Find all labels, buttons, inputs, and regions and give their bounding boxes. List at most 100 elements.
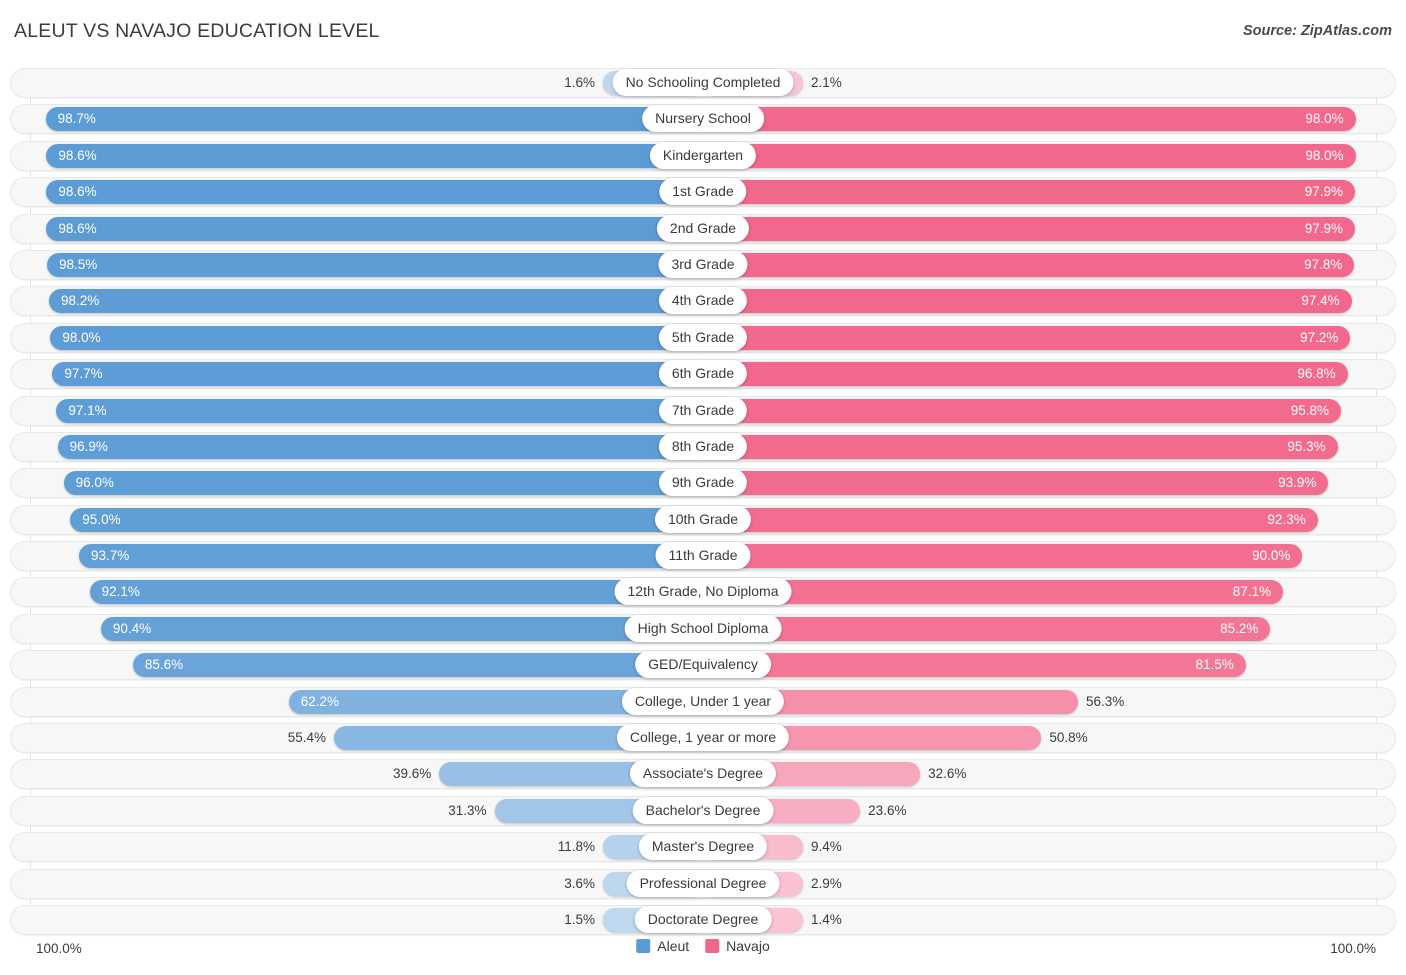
bar-value-navajo: 87.1% xyxy=(1232,584,1272,600)
bar-value-navajo: 97.4% xyxy=(1301,293,1340,309)
bar-value-aleut: 90.4% xyxy=(112,620,152,636)
bar-row: 90.4% 85.2% High School Diploma xyxy=(0,613,1406,644)
bar-row: 98.6% 98.0% Kindergarten xyxy=(0,140,1406,171)
bar-value-aleut: 96.0% xyxy=(75,475,114,491)
category-label: Kindergarten xyxy=(649,141,757,169)
category-label: 1st Grade xyxy=(659,178,747,206)
category-label: Bachelor's Degree xyxy=(632,796,774,824)
category-label: No Schooling Completed xyxy=(612,69,794,96)
bar-value-navajo: 98.0% xyxy=(1305,111,1344,127)
legend-item: Navajo xyxy=(705,939,770,953)
bar-aleut xyxy=(47,252,703,277)
category-label: 7th Grade xyxy=(658,396,748,424)
source-label: Source: ZipAtlas.com xyxy=(1242,23,1392,39)
bar-value-aleut: 11.8% xyxy=(557,839,595,855)
bar-aleut xyxy=(46,143,703,168)
category-label: 12th Grade, No Diploma xyxy=(614,578,792,606)
bar-value-navajo: 2.9% xyxy=(811,875,842,891)
bar-value-aleut: 1.5% xyxy=(564,911,595,927)
category-label: High School Diploma xyxy=(624,614,782,642)
bar-row: 95.0% 92.3% 10th Grade xyxy=(0,504,1406,535)
category-label: 8th Grade xyxy=(658,432,748,460)
chart-header: ALEUT VS NAVAJO EDUCATION LEVEL Source: … xyxy=(0,0,1406,68)
bar-value-aleut: 3.6% xyxy=(564,875,595,891)
bar-row: 98.2% 97.4% 4th Grade xyxy=(0,286,1406,317)
bar-navajo xyxy=(703,180,1355,205)
bar-navajo xyxy=(703,653,1246,678)
bar-value-aleut: 98.6% xyxy=(58,220,97,236)
bar-value-aleut: 98.7% xyxy=(57,111,96,127)
axis-max-label: 100.0% xyxy=(1330,941,1376,956)
category-label: GED/Equivalency xyxy=(635,651,771,679)
bar-navajo xyxy=(703,107,1356,132)
category-label: College, Under 1 year xyxy=(621,687,785,715)
bar-row: 96.0% 93.9% 9th Grade xyxy=(0,468,1406,499)
bar-row: 97.1% 95.8% 7th Grade xyxy=(0,395,1406,426)
bar-value-aleut: 98.6% xyxy=(58,147,97,163)
bar-row: 98.6% 97.9% 2nd Grade xyxy=(0,213,1406,244)
bar-value-aleut: 98.2% xyxy=(60,293,100,309)
bar-row: 92.1% 87.1% 12th Grade, No Diploma xyxy=(0,577,1406,608)
category-label: 5th Grade xyxy=(658,323,748,351)
category-label: Associate's Degree xyxy=(629,760,777,788)
bar-aleut xyxy=(132,653,703,678)
category-label: 11th Grade xyxy=(655,542,751,570)
legend-label: Aleut xyxy=(657,938,690,954)
bar-value-aleut: 96.9% xyxy=(69,438,108,454)
bar-rows: 1.6% 2.1% No Schooling Completed 98.7% 98.0%… xyxy=(0,68,1406,941)
bar-aleut xyxy=(57,434,703,459)
bar-value-aleut: 97.1% xyxy=(68,402,107,418)
bar-value-navajo: 50.8% xyxy=(1049,730,1088,746)
category-label: 3rd Grade xyxy=(658,250,748,278)
bar-aleut xyxy=(63,471,703,496)
bar-value-aleut: 98.0% xyxy=(62,329,101,345)
bar-navajo xyxy=(703,616,1271,641)
bar-aleut xyxy=(45,107,703,132)
bar-row: 98.6% 97.9% 1st Grade xyxy=(0,177,1406,208)
bar-aleut xyxy=(56,398,703,423)
bar-value-aleut: 98.6% xyxy=(58,184,97,200)
bar-aleut xyxy=(46,216,703,241)
bar-value-navajo: 98.0% xyxy=(1305,147,1344,163)
bar-aleut xyxy=(100,616,703,641)
bar-row: 85.6% 81.5% GED/Equivalency xyxy=(0,650,1406,681)
bar-navajo xyxy=(703,362,1348,387)
chart-legend: Aleut Navajo xyxy=(636,939,770,953)
category-label: Doctorate Degree xyxy=(634,905,772,933)
bar-value-navajo: 96.8% xyxy=(1297,366,1336,382)
bar-value-navajo: 97.2% xyxy=(1300,329,1339,345)
bar-value-aleut: 93.7% xyxy=(90,548,130,564)
bar-navajo xyxy=(703,289,1352,314)
bar-value-navajo: 92.3% xyxy=(1267,511,1306,527)
category-label: College, 1 year or more xyxy=(616,724,790,752)
bar-navajo xyxy=(703,216,1355,241)
bar-aleut xyxy=(46,180,703,205)
bar-row: 1.5% 1.4% Doctorate Degree xyxy=(0,904,1406,935)
bar-value-aleut: 31.3% xyxy=(448,802,487,818)
legend-swatch-icon xyxy=(636,939,651,953)
bar-value-aleut: 85.6% xyxy=(144,657,184,673)
bar-navajo xyxy=(703,471,1329,496)
chart-root: ALEUT VS NAVAJO EDUCATION LEVEL Source: … xyxy=(0,0,1406,975)
category-label: 4th Grade xyxy=(658,287,748,315)
bar-value-navajo: 97.8% xyxy=(1304,256,1343,272)
bar-navajo xyxy=(703,398,1342,423)
bar-value-aleut: 97.7% xyxy=(64,366,103,382)
category-label: 6th Grade xyxy=(658,360,748,388)
bar-row: 1.6% 2.1% No Schooling Completed xyxy=(0,68,1406,98)
bar-aleut xyxy=(50,325,703,350)
bar-navajo xyxy=(703,325,1351,350)
bar-navajo xyxy=(703,544,1303,569)
bar-aleut xyxy=(70,507,703,532)
bar-value-navajo: 9.4% xyxy=(811,839,842,855)
bar-value-navajo: 90.0% xyxy=(1252,548,1291,564)
bar-row: 98.5% 97.8% 3rd Grade xyxy=(0,249,1406,280)
bar-row: 62.2% 56.3% College, Under 1 year xyxy=(0,686,1406,717)
category-label: 9th Grade xyxy=(658,469,748,497)
bar-value-navajo: 2.1% xyxy=(811,75,842,90)
bar-navajo xyxy=(703,434,1338,459)
bar-value-navajo: 1.4% xyxy=(811,911,842,927)
chart-footer: 100.0% 100.0% Aleut Navajo xyxy=(0,935,1406,975)
category-label: Master's Degree xyxy=(638,833,768,861)
category-label: Professional Degree xyxy=(626,869,780,897)
